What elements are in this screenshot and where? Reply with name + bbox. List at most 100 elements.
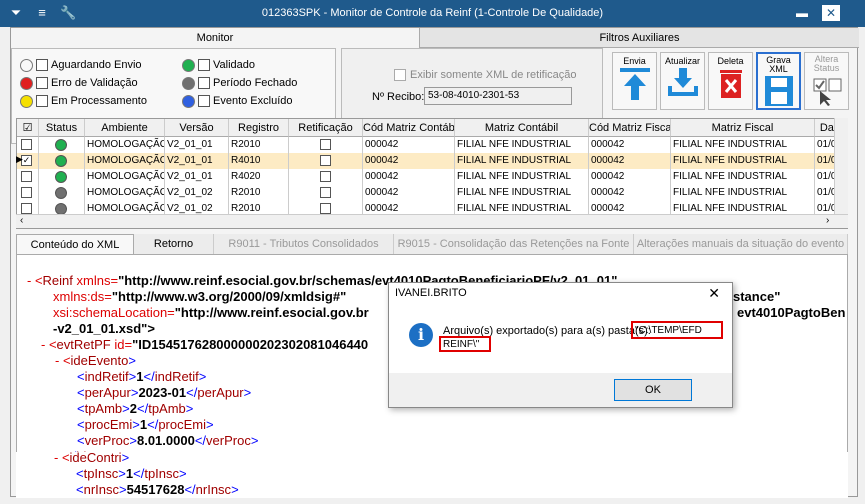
xml-nrinsc-value: 54517628: [126, 482, 185, 497]
tab-monitor[interactable]: Monitor: [11, 28, 419, 48]
xml-xmlns-attr: xmlns=: [76, 273, 119, 288]
close-icon[interactable]: ✕: [822, 5, 840, 21]
grava-xml-button[interactable]: Grava XML: [756, 52, 801, 110]
xml-content-continued: - <ideContri> <tpInsc>1</tpInsc> <nrInsc…: [16, 452, 848, 498]
altera-status-button[interactable]: Altera Status: [804, 52, 849, 110]
recibo-field[interactable]: 53-08-4010-2301-53: [424, 87, 572, 105]
tab-retorno[interactable]: Retorno: [134, 234, 214, 254]
table-row[interactable]: HOMOLOGAÇÃO V2_01_02 R2010 000042 FILIAL NFE…: [17, 185, 847, 201]
checkbox-cursor-icon: [813, 78, 841, 106]
tab-alteracoes-manuais[interactable]: Alterações manuais da situação do evento: [634, 234, 848, 254]
cell-matriz-fiscal: FILIAL NFE INDUSTRIAL: [671, 185, 815, 201]
retificacao-checkbox[interactable]: [289, 169, 363, 185]
scroll-left-icon[interactable]: ‹: [20, 215, 23, 226]
tab-r9015[interactable]: R9015 - Consolidação das Retenções na Fo…: [394, 234, 634, 254]
cell-versao: V2_01_01: [165, 153, 229, 169]
grid-vertical-scrollbar[interactable]: [834, 118, 848, 214]
tab-filtros-auxiliares[interactable]: Filtros Auxiliares: [419, 28, 859, 48]
cell-cod-fiscal: 000042: [589, 169, 671, 185]
toolbar: Envia Atualizar Deleta Grava XML Altera …: [608, 48, 859, 124]
export-dialog: IVANEI.BRITO ✕ i Arquivo(s) exportado(s)…: [388, 282, 733, 408]
xml-verproc-tag: verProc: [84, 433, 130, 448]
row-select-checkbox[interactable]: [17, 137, 39, 153]
header-status[interactable]: Status: [39, 119, 85, 137]
cell-matriz-contabil: FILIAL NFE INDUSTRIAL: [455, 169, 589, 185]
xml-perapur-tag: perApur: [84, 385, 131, 400]
header-retificacao[interactable]: Retificação: [289, 119, 363, 137]
deleta-button[interactable]: Deleta: [708, 52, 753, 110]
xml-procemi-tag: procEmi: [84, 417, 133, 432]
xml-tpamb-close: tpAmb: [148, 401, 186, 416]
xml-ideevento-tag: ideEvento: [70, 353, 129, 368]
top-tabs: Monitor Filtros Auxiliares: [11, 28, 859, 48]
excluido-checkbox[interactable]: [198, 95, 210, 107]
status-indicator-icon: [39, 169, 85, 185]
xml-procemi-close: procEmi: [158, 417, 207, 432]
status-indicator-icon: [39, 137, 85, 153]
xml-indretif-close: indRetif: [154, 369, 199, 384]
exibir-retificacao-checkbox[interactable]: [394, 69, 406, 81]
xml-ds-attr: xmlns:ds=: [53, 289, 112, 304]
cell-ambiente: HOMOLOGAÇÃO: [85, 153, 165, 169]
xml-tpamb-value: 2: [129, 401, 137, 416]
upload-arrow-icon: [619, 68, 650, 100]
dialog-close-icon[interactable]: ✕: [708, 285, 720, 302]
xml-tpinsc-tag: tpInsc: [83, 466, 119, 481]
tab-conteudo-xml[interactable]: Conteúdo do XML: [16, 234, 134, 254]
red-status-icon: [20, 76, 33, 90]
processamento-checkbox[interactable]: [36, 95, 48, 107]
xml-indretif-tag: indRetif: [84, 369, 129, 384]
status-indicator-icon: [39, 153, 85, 169]
validado-checkbox[interactable]: [198, 59, 210, 71]
xml-perapur-value: 2023-01: [138, 385, 187, 400]
header-cod-matriz-contabil[interactable]: Cód Matriz Contábil: [363, 119, 455, 137]
xml-tpamb-tag: tpAmb: [84, 401, 123, 416]
xml-id-value: "ID154517628000000202302081046440: [132, 337, 369, 352]
aguardando-checkbox[interactable]: [36, 59, 48, 71]
xml-schema-attr: xsi:schemaLocation=: [53, 305, 175, 320]
green-status-icon: [182, 58, 195, 72]
recibo-label: Nº Recibo:: [372, 91, 425, 103]
gray-status-icon: [182, 76, 195, 90]
retificacao-checkbox[interactable]: [289, 153, 363, 169]
retificacao-checkbox[interactable]: [289, 185, 363, 201]
header-registro[interactable]: Registro: [229, 119, 289, 137]
header-select[interactable]: ☑: [17, 119, 39, 137]
envia-button[interactable]: Envia: [612, 52, 657, 110]
xml-nrinsc-tag: nrInsc: [83, 482, 119, 497]
retificacao-checkbox[interactable]: [289, 137, 363, 153]
periodo-checkbox[interactable]: [198, 77, 210, 89]
header-matriz-contabil[interactable]: Matriz Contábil: [455, 119, 589, 137]
header-ambiente[interactable]: Ambiente: [85, 119, 165, 137]
legend-periodo: Período Fechado: [213, 77, 298, 89]
white-status-icon: [20, 58, 33, 72]
header-matriz-fiscal[interactable]: Matriz Fiscal: [671, 119, 815, 137]
download-arrow-icon: [667, 68, 698, 96]
grid-horizontal-scrollbar[interactable]: ‹ ›: [16, 214, 848, 228]
table-row[interactable]: ✓ HOMOLOGAÇÃO V2_01_01 R4010 000042 FILIAL NF…: [17, 153, 847, 169]
xml-perapur-close: perApur: [197, 385, 244, 400]
ok-button[interactable]: OK: [614, 379, 692, 401]
minimize-icon[interactable]: ▬: [793, 5, 811, 21]
cell-matriz-fiscal: FILIAL NFE INDUSTRIAL: [671, 153, 815, 169]
yellow-status-icon: [20, 94, 33, 108]
row-select-checkbox[interactable]: [17, 169, 39, 185]
dialog-footer: OK: [389, 373, 732, 407]
blue-status-icon: [182, 94, 195, 108]
cell-registro: R4020: [229, 169, 289, 185]
header-cod-matriz-fiscal[interactable]: Cód Matriz Fiscal: [589, 119, 671, 137]
dialog-title: IVANEI.BRITO: [395, 287, 467, 299]
legend-validado: Validado: [213, 59, 255, 71]
header-versao[interactable]: Versão: [165, 119, 229, 137]
atualizar-button[interactable]: Atualizar: [660, 52, 705, 110]
scroll-right-icon[interactable]: ›: [826, 215, 829, 226]
tab-r9011[interactable]: R9011 - Tributos Consolidados: [214, 234, 394, 254]
table-row[interactable]: HOMOLOGAÇÃO V2_01_01 R2010 000042 FILIAL NFE…: [17, 137, 847, 153]
cell-ambiente: HOMOLOGAÇÃO: [85, 185, 165, 201]
table-row[interactable]: HOMOLOGAÇÃO V2_01_01 R4020 000042 FILIAL NFE…: [17, 169, 847, 185]
xml-evtretpf-tag: evtRetPF: [56, 337, 111, 352]
cell-registro: R2010: [229, 137, 289, 153]
row-select-checkbox[interactable]: [17, 185, 39, 201]
window-title: 012363SPK - Monitor de Controle da Reinf…: [261, 7, 604, 19]
erro-checkbox[interactable]: [36, 77, 48, 89]
